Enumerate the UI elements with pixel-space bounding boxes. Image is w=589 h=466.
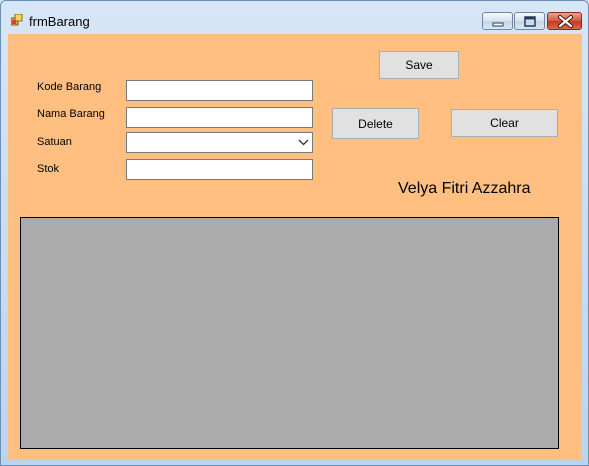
form-client-area: Kode Barang Nama Barang Satuan Stok Save…	[8, 34, 582, 460]
chevron-down-icon	[298, 139, 309, 146]
delete-button[interactable]: Delete	[332, 108, 419, 139]
app-window: frmBarang Kode Barang Nama Barang Satuan	[0, 0, 589, 466]
window-title: frmBarang	[29, 14, 90, 29]
stok-label: Stok	[37, 163, 60, 175]
maximize-icon	[524, 16, 536, 27]
app-icon	[11, 14, 23, 26]
minimize-icon	[492, 22, 504, 27]
satuan-label: Satuan	[37, 136, 72, 148]
stok-input[interactable]	[126, 159, 313, 180]
maximize-button[interactable]	[514, 12, 545, 30]
close-button[interactable]	[547, 12, 582, 30]
kode-barang-label: Kode Barang	[37, 81, 102, 93]
data-grid[interactable]	[20, 217, 559, 449]
satuan-dropdown[interactable]	[126, 132, 313, 153]
kode-barang-input[interactable]	[126, 80, 313, 101]
nama-barang-input[interactable]	[126, 107, 313, 128]
author-name-label: Velya Fitri Azzahra	[398, 180, 531, 197]
nama-barang-label: Nama Barang	[37, 108, 105, 120]
minimize-button[interactable]	[482, 12, 513, 30]
close-icon	[558, 15, 573, 28]
save-button[interactable]: Save	[379, 51, 459, 79]
title-bar[interactable]: frmBarang	[1, 1, 588, 33]
clear-button[interactable]: Clear	[451, 109, 558, 137]
